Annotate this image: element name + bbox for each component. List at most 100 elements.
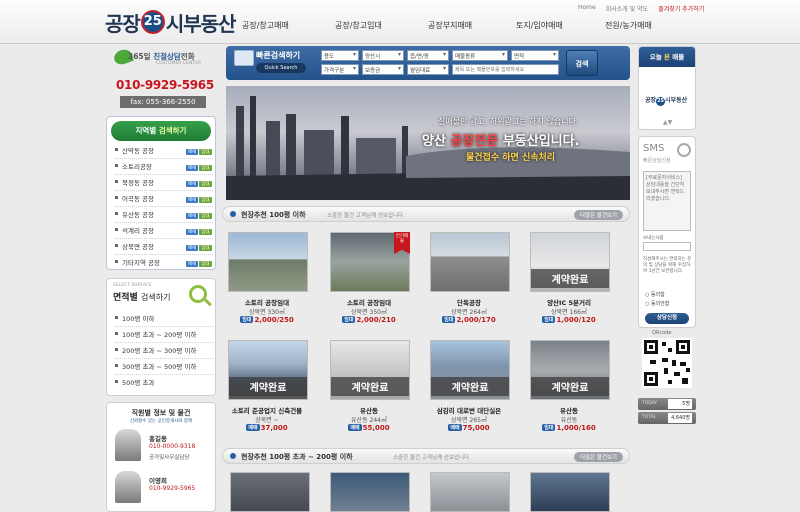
listing-card[interactable]: 인기매물 소토리 공장임대 상북면 350㎡ 임대 2,000/210 [326,232,412,332]
listing-card[interactable]: 계약완료 양산IC 5분거리 상북면 166㎡ 임대 1,000/120 [526,232,612,332]
sale-tag[interactable]: 매매 [186,245,199,251]
lease-tag[interactable]: 임대 [199,165,212,171]
disagree-radio[interactable]: ○ 동의안함 [645,300,669,307]
section-desc: 소중한 물건 고객님께 선보입니다. [393,455,471,461]
bullet-icon [115,244,118,247]
listing-photo[interactable] [430,232,510,292]
lease-tag[interactable]: 임대 [199,149,212,155]
listing-title[interactable]: 소토리 공장임대 [326,297,412,307]
sms-submit-button[interactable]: 상담신청 [645,313,689,324]
area-item[interactable]: 500평 초과 [115,377,213,391]
listing-photo[interactable]: 계약완료 [228,340,308,400]
about-link[interactable]: 회사소개 및 약도 [606,4,648,13]
listing-photo[interactable] [330,472,410,512]
city-select[interactable]: 양산시 [362,50,404,61]
quick-search-panel: 빠른검색하기 Quick Search 용도 양산시 읍/면/동 매물종류 면적… [226,46,630,80]
listing-photo[interactable] [430,472,510,512]
nav-factory-lease[interactable]: 공장/창고임대 [335,20,382,31]
bullet-icon [115,332,118,335]
lease-tag[interactable]: 임대 [199,197,212,203]
listing-card[interactable]: 계약완료 삼감리 대로변 대단실은 상북면 265㎡ 매매 75,000 [426,340,512,440]
nav-country-house[interactable]: 전원/농가매매 [605,20,652,31]
nav-factory-sale[interactable]: 공장/창고매매 [242,20,289,31]
listing-title[interactable]: 양산IC 5분거리 [526,297,612,307]
listing-card[interactable]: 계약완료 소토리 준공업지 신축건물 상북면 ~ 매매 37,000 [224,340,310,440]
sms-message-input[interactable] [643,171,691,231]
area-item[interactable]: 100평 초과 ~ 200평 이하 [115,329,213,343]
area-item[interactable]: 200평 초과 ~ 300평 이하 [115,345,213,359]
listing-title[interactable]: 소토리 준공업지 신축건물 [224,405,310,415]
listing-photo[interactable] [228,232,308,292]
lease-tag[interactable]: 임대 [199,245,212,251]
phone-box-subtitle: CUSTOMER CENTER [156,61,201,66]
phone-number[interactable]: 010-9929-5965 [116,78,214,92]
more-listings-button[interactable]: 더많은 물건보기 [573,452,623,462]
sale-tag[interactable]: 매매 [186,165,199,171]
site-logo[interactable]: 공장 25 시부동산 [105,6,236,38]
area-item[interactable]: 300평 초과 ~ 500평 이하 [115,361,213,375]
listing-title[interactable]: 유산동 [326,405,412,415]
agree-radio[interactable]: ○ 동의함 [645,291,665,298]
today-box-arrow-icon[interactable]: ▲▼ [663,119,672,126]
region-box-title: 지역별 검색하기 [111,121,211,141]
sms-notice: 작성해주시는 연락처는 문의 및 상담을 위해 수집하며 1년간 보관합니다. [643,257,692,274]
area-item[interactable]: 100평 이하 [115,313,213,327]
sale-tag[interactable]: 매매 [186,197,199,203]
lease-badge: 임대 [442,316,456,323]
bookmark-link[interactable]: 즐겨찾기 추가하기 [658,4,704,13]
listing-price: 매매 55,000 [348,424,390,432]
lease-tag[interactable]: 임대 [199,181,212,187]
magnifier-handle [204,298,212,307]
sale-tag[interactable]: 매매 [186,181,199,187]
listing-card[interactable]: 계약완료 유산동 유산동 임대 1,000/160 [526,340,612,440]
monthly-rent-select[interactable]: 월임대료 [407,64,449,75]
qr-box: QRcode [638,330,696,392]
keyword-input[interactable] [452,64,559,75]
nav-factory-land[interactable]: 공장부지매매 [428,20,472,31]
staff-phone[interactable]: 010-9929-5965 [149,485,195,492]
listing-title[interactable]: 소토리 공장임대 [224,297,310,307]
region-search-box: 지역별 검색하기 산막동 공장 소토리공장 북정동 공장 어곡동 공장 유산동 … [106,116,216,270]
sale-tag[interactable]: 매매 [186,213,199,219]
district-select[interactable]: 읍/면/동 [407,50,449,61]
sale-tag[interactable]: 매매 [186,149,199,155]
listing-title[interactable]: 유산동 [526,405,612,415]
more-listings-button[interactable]: 더많은 물건보기 [573,210,623,220]
sale-tag[interactable]: 매매 [186,229,199,235]
contract-complete-label: 계약완료 [229,377,307,396]
lease-tag[interactable]: 임대 [199,213,212,219]
utility-links: Home 회사소개 및 약도 즐겨찾기 추가하기 [578,4,704,13]
listing-card[interactable]: 소토리 공장임대 상북면 330㎡ 임대 2,000/250 [224,232,310,332]
listing-price: 매매 75,000 [448,424,490,432]
listing-card[interactable]: 계약완료 유산동 유산동 244㎡ 매매 55,000 [326,340,412,440]
sale-tag[interactable]: 매매 [186,261,199,267]
listing-card[interactable]: 단독공장 상북면 264㎡ 임대 2,000/170 [426,232,512,332]
listing-photo[interactable]: 계약완료 [530,232,610,292]
listing-title[interactable]: 단독공장 [426,297,512,307]
listing-photo[interactable] [230,472,310,512]
today-viewed-box: 오늘 본 매물 공장25시부동산 ▲▼ [638,46,696,130]
home-link[interactable]: Home [578,4,596,13]
staff-phone[interactable]: 010-0000-9318 [149,443,195,450]
listing-photo[interactable]: 계약완료 [430,340,510,400]
type-select[interactable]: 매물종류 [452,50,508,61]
quick-search-title: 빠른검색하기 [256,51,301,60]
lease-tag[interactable]: 임대 [199,261,212,267]
price-type-select[interactable]: 가격구분 [321,64,359,75]
stat-total: TOTAL 4,640명 [638,412,696,424]
deposit-select[interactable]: 보증금 [362,64,404,75]
area-select[interactable]: 면적 [511,50,559,61]
listing-price: 임대 1,000/160 [542,424,596,432]
nav-land-forest[interactable]: 토지/임야매매 [516,20,563,31]
search-button[interactable]: 검색 [566,50,598,76]
monitor-icon [234,50,254,66]
listing-photo[interactable]: 계약완료 [530,340,610,400]
listing-area: 상북면 ~ [255,417,279,424]
listing-photo[interactable]: 계약완료 [330,340,410,400]
lease-tag[interactable]: 임대 [199,229,212,235]
sms-phone-input[interactable] [643,242,691,251]
listing-photo[interactable] [530,472,610,512]
use-select[interactable]: 용도 [321,50,359,61]
lease-badge: 임대 [240,316,254,323]
listing-title[interactable]: 삼감리 대로변 대단실은 [426,405,512,415]
